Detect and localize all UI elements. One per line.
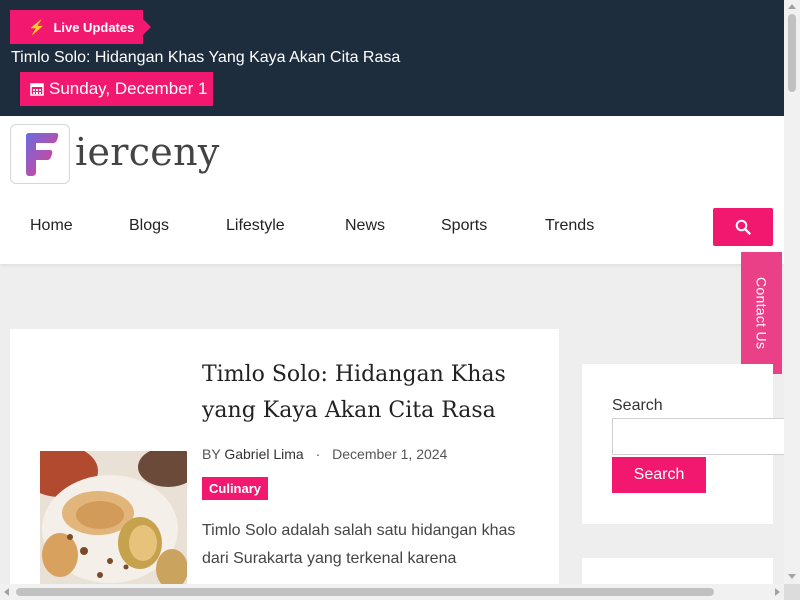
ticker-headline[interactable]: Timlo Solo: Hidangan Khas Yang Kaya Akan… xyxy=(11,49,400,67)
article-meta: BY Gabriel Lima · December 1, 2024 xyxy=(202,446,447,462)
live-updates-badge: ⚡ Live Updates xyxy=(10,10,151,44)
sidebar-search-button[interactable]: Search xyxy=(612,457,706,493)
search-icon xyxy=(735,219,751,235)
scroll-up-arrow-icon[interactable] xyxy=(788,4,796,9)
article-card: Timlo Solo: Hidangan Khas yang Kaya Akan… xyxy=(10,329,559,589)
category-badge[interactable]: Culinary xyxy=(202,477,269,500)
meta-separator: · xyxy=(315,446,321,462)
nav-trends[interactable]: Trends xyxy=(545,217,594,235)
scroll-right-arrow-icon[interactable] xyxy=(775,588,780,596)
search-label: Search xyxy=(612,397,663,414)
site-logo-text[interactable]: ierceny xyxy=(75,130,220,174)
scroll-left-arrow-icon[interactable] xyxy=(4,588,9,596)
bolt-icon: ⚡ xyxy=(28,19,46,35)
site-header: ierceny Home Blogs Lifestyle News Sports… xyxy=(0,116,784,264)
byline-prefix: BY xyxy=(202,446,221,462)
calendar-icon xyxy=(30,83,44,96)
date-badge: Sunday, December 1 xyxy=(20,72,213,106)
top-bar: ⚡ Live Updates Timlo Solo: Hidangan Khas… xyxy=(0,0,784,116)
article-thumbnail[interactable] xyxy=(40,451,187,589)
contact-us-tab[interactable]: Contact Us xyxy=(741,252,782,374)
fierceny-f-logo xyxy=(26,133,59,176)
nav-lifestyle[interactable]: Lifestyle xyxy=(226,217,345,235)
vertical-scrollbar[interactable] xyxy=(784,0,800,584)
header-search-button[interactable] xyxy=(713,208,773,246)
contact-us-label: Contact Us xyxy=(753,276,770,350)
sidebar-search-widget: Search Search xyxy=(582,364,788,524)
article-author[interactable]: Gabriel Lima xyxy=(224,446,303,462)
timlo-food-image xyxy=(40,451,187,589)
scrollbar-corner xyxy=(784,584,800,600)
horizontal-scrollbar[interactable] xyxy=(0,584,784,600)
article-excerpt: Timlo Solo adalah salah satu hidangan kh… xyxy=(202,522,516,567)
article-title[interactable]: Timlo Solo: Hidangan Khas yang Kaya Akan… xyxy=(202,357,522,429)
scroll-down-arrow-icon[interactable] xyxy=(788,574,796,579)
vertical-scroll-thumb[interactable] xyxy=(788,14,796,92)
horizontal-scroll-thumb[interactable] xyxy=(16,588,714,596)
site-logo[interactable] xyxy=(10,124,70,184)
nav-blogs[interactable]: Blogs xyxy=(129,217,226,235)
article-date[interactable]: December 1, 2024 xyxy=(332,446,447,462)
nav-sports[interactable]: Sports xyxy=(441,217,545,235)
nav-home[interactable]: Home xyxy=(30,217,129,235)
live-updates-label: Live Updates xyxy=(53,19,135,35)
nav-news[interactable]: News xyxy=(345,217,441,235)
date-text: Sunday, December 1 xyxy=(49,79,208,98)
main-nav: Home Blogs Lifestyle News Sports Trends xyxy=(30,217,594,235)
search-input[interactable] xyxy=(612,418,788,455)
